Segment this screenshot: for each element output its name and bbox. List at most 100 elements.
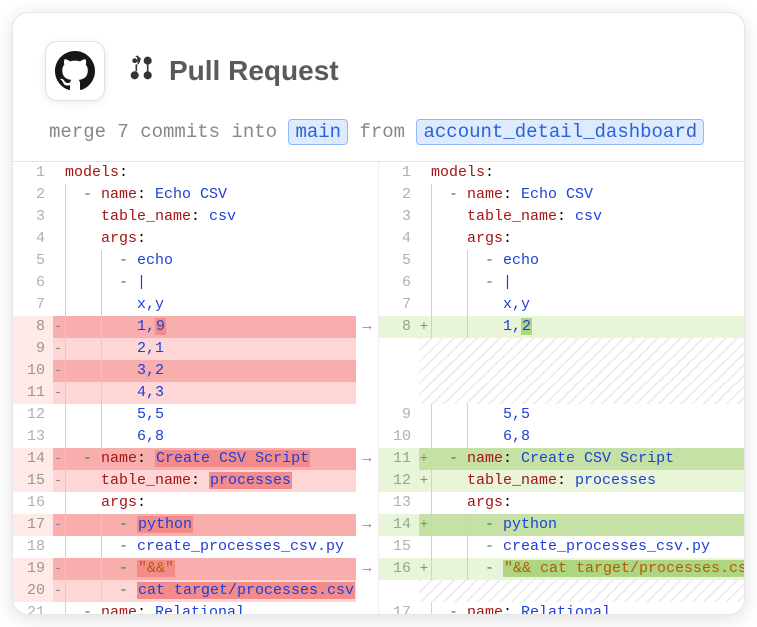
diff-line[interactable]: 13args: (379, 492, 744, 514)
diff-line[interactable]: 95,5 (379, 404, 744, 426)
line-number: 9 (13, 338, 53, 360)
minus-marker: - (53, 580, 63, 602)
code-content: table_name: processes (53, 470, 356, 492)
pr-card: Pull Request merge 7 commits into main f… (12, 12, 745, 615)
diff-line[interactable]: 7x,y (379, 294, 744, 316)
code-content (419, 338, 744, 360)
diff-line[interactable]: 8-1,9→ (13, 316, 378, 338)
diff-line[interactable]: 136,8 (13, 426, 378, 448)
code-content: args: (419, 228, 744, 250)
line-number: 20 (13, 580, 53, 602)
code-content: models: (419, 162, 744, 184)
code-content: 5,5 (53, 404, 356, 426)
diff-arrow-icon (356, 580, 378, 602)
diff-line[interactable]: 12+table_name: processes (379, 470, 744, 492)
line-number (379, 360, 419, 382)
code-content: args: (419, 492, 744, 514)
code-content: table_name: csv (419, 206, 744, 228)
line-number: 1 (13, 162, 53, 184)
line-number: 8 (379, 316, 419, 338)
diff-line[interactable] (379, 382, 744, 404)
code-content: 3,2 (53, 360, 356, 382)
diff-line[interactable]: 8+1,2 (379, 316, 744, 338)
target-branch[interactable]: main (288, 119, 348, 145)
diff-line[interactable]: 17-- python→ (13, 514, 378, 536)
diff-line[interactable]: 11-4,3 (13, 382, 378, 404)
diff-line[interactable]: 19-- "&&"→ (13, 558, 378, 580)
code-content: 6,8 (419, 426, 744, 448)
line-number: 16 (13, 492, 53, 514)
merge-summary: merge 7 commits into main from account_d… (45, 121, 712, 143)
line-number: 10 (379, 426, 419, 448)
minus-marker: - (53, 338, 63, 360)
diff-line[interactable]: 5- echo (379, 250, 744, 272)
diff-line[interactable]: 17- name: Relational (379, 602, 744, 615)
diff-line[interactable]: 1models: (13, 162, 378, 184)
diff-line[interactable]: 20-- cat target/processes.csv (13, 580, 378, 602)
diff-arrow-icon (356, 404, 378, 426)
diff-line[interactable]: 16+- "&& cat target/processes.csv" (379, 558, 744, 580)
code-content: - create_processes_csv.py (419, 536, 744, 558)
minus-marker: - (53, 470, 63, 492)
diff-line[interactable]: 11+- name: Create CSV Script (379, 448, 744, 470)
diff-line[interactable]: 5- echo (13, 250, 378, 272)
line-number: 5 (13, 250, 53, 272)
diff-line[interactable]: 6- | (379, 272, 744, 294)
code-content: - name: Relational (53, 602, 356, 615)
diff-line[interactable]: 18- create_processes_csv.py (13, 536, 378, 558)
diff-line[interactable]: 3table_name: csv (379, 206, 744, 228)
diff-line[interactable]: 21- name: Relational (13, 602, 378, 615)
code-content: - | (53, 272, 356, 294)
diff-line[interactable] (379, 338, 744, 360)
line-number: 18 (13, 536, 53, 558)
diff-line[interactable]: 10-3,2 (13, 360, 378, 382)
diff-line[interactable]: 14-- name: Create CSV Script→ (13, 448, 378, 470)
diff-line[interactable]: 106,8 (379, 426, 744, 448)
diff-line[interactable]: 4args: (379, 228, 744, 250)
diff-arrow-icon (356, 294, 378, 316)
pr-header: Pull Request merge 7 commits into main f… (13, 13, 744, 162)
code-content: table_name: processes (419, 470, 744, 492)
diff-line[interactable]: 2- name: Echo CSV (13, 184, 378, 206)
line-number: 13 (13, 426, 53, 448)
line-number: 14 (379, 514, 419, 536)
diff-pane-left[interactable]: 1models:2- name: Echo CSV3table_name: cs… (13, 162, 379, 615)
diff-pane-right[interactable]: 1models:2- name: Echo CSV3table_name: cs… (379, 162, 744, 615)
diff-line[interactable]: 15- create_processes_csv.py (379, 536, 744, 558)
diff-line[interactable]: 2- name: Echo CSV (379, 184, 744, 206)
diff-arrow-icon (356, 382, 378, 404)
line-number: 6 (379, 272, 419, 294)
line-number: 6 (13, 272, 53, 294)
source-branch[interactable]: account_detail_dashboard (416, 119, 704, 145)
diff-line[interactable]: 4args: (13, 228, 378, 250)
code-content (419, 580, 744, 602)
diff-arrow-icon (356, 162, 378, 184)
diff-arrow-icon (356, 492, 378, 514)
code-content: 2,1 (53, 338, 356, 360)
diff-line[interactable]: 3table_name: csv (13, 206, 378, 228)
minus-marker: - (53, 514, 63, 536)
diff-arrow-icon (356, 272, 378, 294)
diff-line[interactable]: 14+- python (379, 514, 744, 536)
diff-line[interactable]: 7x,y (13, 294, 378, 316)
diff-line[interactable]: 1models: (379, 162, 744, 184)
diff-line[interactable] (379, 360, 744, 382)
diff-line[interactable]: 16args: (13, 492, 378, 514)
diff-line[interactable]: 9-2,1 (13, 338, 378, 360)
diff-arrow-icon (356, 338, 378, 360)
diff-arrow-icon (356, 470, 378, 492)
merge-from-word: from (359, 121, 405, 143)
code-content: 5,5 (419, 404, 744, 426)
line-number: 13 (379, 492, 419, 514)
diff-arrow-icon (356, 602, 378, 615)
code-content: - name: Relational (419, 602, 744, 615)
diff-line[interactable]: 15-table_name: processes (13, 470, 378, 492)
diff-line[interactable]: 125,5 (13, 404, 378, 426)
diff-arrow-icon: → (356, 514, 378, 536)
line-number: 5 (379, 250, 419, 272)
line-number (379, 382, 419, 404)
diff-arrow-icon (356, 206, 378, 228)
diff-line[interactable]: 6- | (13, 272, 378, 294)
diff-line[interactable] (379, 580, 744, 602)
line-number: 10 (13, 360, 53, 382)
